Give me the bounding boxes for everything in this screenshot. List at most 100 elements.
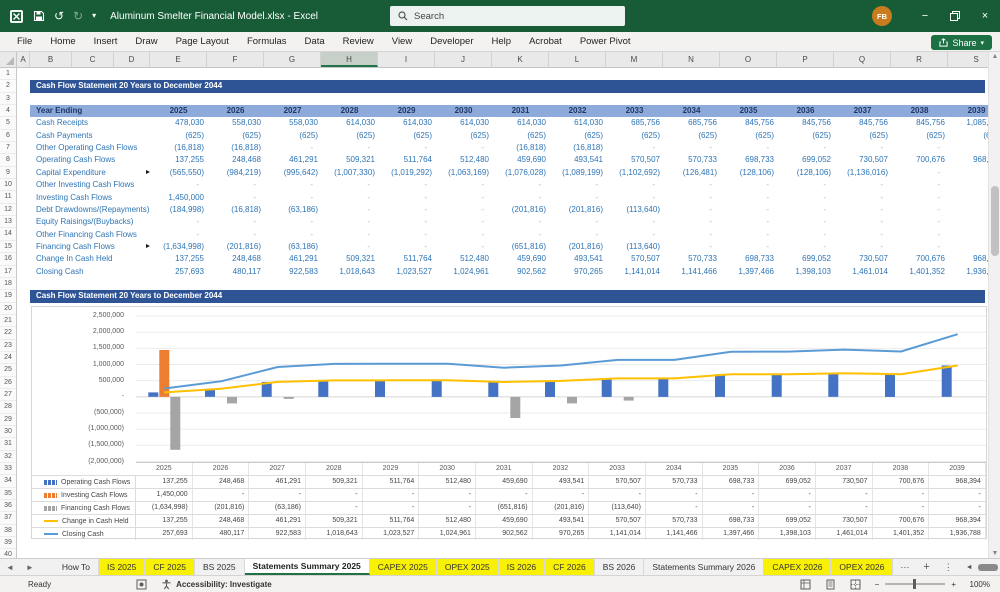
cell[interactable]: - — [321, 216, 378, 228]
cell[interactable]: - — [834, 192, 891, 204]
cell[interactable]: - — [777, 229, 834, 241]
cell[interactable]: - — [777, 204, 834, 216]
cell[interactable]: (16,818) — [492, 142, 549, 154]
cell[interactable]: 1,024,961 — [435, 266, 492, 278]
cell[interactable]: - — [549, 192, 606, 204]
cell[interactable]: (16,818) — [207, 142, 264, 154]
cell[interactable]: - — [720, 204, 777, 216]
cell[interactable]: - — [606, 192, 663, 204]
row-header-2[interactable]: 2 — [0, 80, 16, 93]
cell[interactable]: (201,816) — [492, 204, 549, 216]
cell[interactable]: (565,550) — [150, 167, 207, 179]
cell[interactable]: (625) — [207, 130, 264, 142]
cell[interactable]: 922,583 — [264, 266, 321, 278]
cell[interactable]: - — [549, 179, 606, 191]
cell[interactable]: 248,468 — [207, 154, 264, 166]
qat-customize-icon[interactable]: ▾ — [92, 12, 96, 20]
zoom-slider[interactable]: − + — [875, 579, 956, 589]
cell[interactable]: - — [663, 229, 720, 241]
row-header-39[interactable]: 39 — [0, 537, 16, 550]
cell[interactable]: - — [948, 179, 988, 191]
cell[interactable]: 137,255 — [150, 154, 207, 166]
zoom-level[interactable]: 100% — [964, 580, 990, 589]
cell[interactable]: - — [891, 229, 948, 241]
cell[interactable]: - — [720, 192, 777, 204]
row-header-28[interactable]: 28 — [0, 401, 16, 414]
cell[interactable]: - — [663, 204, 720, 216]
cell[interactable]: - — [435, 204, 492, 216]
cell[interactable]: - — [264, 216, 321, 228]
row-header-14[interactable]: 14 — [0, 228, 16, 241]
sheet-tab-bs-2025[interactable]: BS 2025 — [195, 559, 245, 575]
cell[interactable]: - — [777, 192, 834, 204]
cell[interactable]: 570,507 — [606, 154, 663, 166]
cell[interactable]: 1,141,466 — [663, 266, 720, 278]
sheet-nav-right-icon[interactable]: ► — [20, 559, 40, 575]
cell[interactable]: 1,023,527 — [378, 266, 435, 278]
cell[interactable]: 512,480 — [435, 154, 492, 166]
cell[interactable]: (625) — [948, 130, 988, 142]
cell[interactable]: - — [549, 229, 606, 241]
column-header-g[interactable]: G — [264, 52, 321, 67]
cell[interactable]: (1,007,330) — [321, 167, 378, 179]
cell[interactable]: 493,541 — [549, 253, 606, 265]
cell[interactable]: (113,640) — [606, 204, 663, 216]
cell[interactable]: 730,507 — [834, 154, 891, 166]
year-header-2031[interactable]: 2031 — [492, 105, 549, 117]
row-label[interactable]: Change In Cash Held — [30, 253, 150, 265]
chart-title-bar[interactable]: Cash Flow Statement 20 Years to December… — [30, 290, 985, 303]
vertical-scrollbar[interactable]: ▲ ▼ — [988, 52, 1000, 558]
cell[interactable]: (625) — [777, 130, 834, 142]
row-header-35[interactable]: 35 — [0, 488, 16, 501]
column-header-e[interactable]: E — [150, 52, 207, 67]
restore-button[interactable] — [940, 0, 970, 32]
row-header-25[interactable]: 25 — [0, 364, 16, 377]
sheet-tab-capex-2025[interactable]: CAPEX 2025 — [369, 559, 437, 575]
column-header-l[interactable]: L — [549, 52, 606, 67]
cell[interactable]: - — [264, 179, 321, 191]
sheet-tab-is-2025[interactable]: IS 2025 — [99, 559, 146, 575]
horizontal-scrollbar[interactable]: ◄ ► — [960, 559, 1000, 575]
cell[interactable]: - — [606, 229, 663, 241]
page-layout-view-icon[interactable] — [825, 579, 836, 590]
row-header-8[interactable]: 8 — [0, 154, 16, 167]
scroll-down-icon[interactable]: ▼ — [989, 550, 1000, 557]
row-header-38[interactable]: 38 — [0, 525, 16, 538]
cell[interactable]: (16,818) — [549, 142, 606, 154]
row-header-27[interactable]: 27 — [0, 389, 16, 402]
column-header-q[interactable]: Q — [834, 52, 891, 67]
ribbon-tab-home[interactable]: Home — [41, 32, 84, 52]
cell[interactable]: (625) — [150, 130, 207, 142]
cell[interactable]: - — [720, 179, 777, 191]
cell[interactable]: (1,063,169) — [435, 167, 492, 179]
row-header-5[interactable]: 5 — [0, 117, 16, 130]
column-header-m[interactable]: M — [606, 52, 663, 67]
ribbon-tab-data[interactable]: Data — [296, 32, 334, 52]
cell[interactable]: - — [948, 192, 988, 204]
column-header-c[interactable]: C — [72, 52, 114, 67]
cell[interactable]: - — [777, 216, 834, 228]
more-sheets-button[interactable]: ⋯ — [893, 559, 916, 575]
sheet-grid[interactable]: 1 2 3 4 5 6 7 8 9 10 11 12 13 14 15 16 17 18 19 20 21 22 23 24 2… — [0, 68, 988, 558]
row-label[interactable]: Cash Payments — [30, 130, 150, 142]
cell[interactable]: 570,507 — [606, 253, 663, 265]
macro-record-icon[interactable] — [136, 579, 147, 590]
column-header-k[interactable]: K — [492, 52, 549, 67]
ribbon-tab-page-layout[interactable]: Page Layout — [167, 32, 238, 52]
cell[interactable]: - — [720, 241, 777, 253]
column-header-o[interactable]: O — [720, 52, 777, 67]
cell[interactable]: - — [435, 142, 492, 154]
cell[interactable]: - — [435, 179, 492, 191]
cell[interactable]: - — [834, 142, 891, 154]
cell[interactable]: - — [834, 179, 891, 191]
cell[interactable]: 685,756 — [663, 117, 720, 129]
year-header-2026[interactable]: 2026 — [207, 105, 264, 117]
cell[interactable]: (984,219) — [207, 167, 264, 179]
cell[interactable]: - — [378, 216, 435, 228]
save-icon[interactable] — [33, 10, 45, 22]
ribbon-tab-developer[interactable]: Developer — [421, 32, 482, 52]
cell[interactable]: 614,030 — [549, 117, 606, 129]
year-ending-header[interactable]: Year Ending — [30, 105, 150, 117]
cell[interactable]: - — [435, 192, 492, 204]
cell[interactable]: - — [891, 192, 948, 204]
